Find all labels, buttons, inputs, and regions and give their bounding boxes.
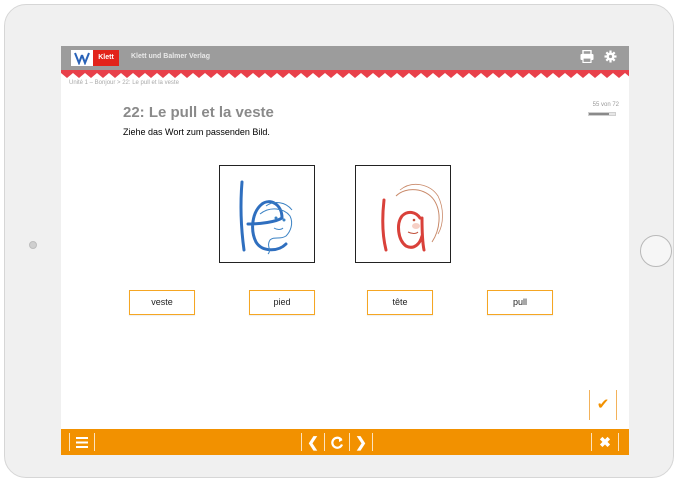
instruction-text: Ziehe das Wort zum passenden Bild. [123,127,270,137]
check-button[interactable]: ✔ [589,390,617,420]
breadcrumb[interactable]: Unité 1 – Bonjour > 22: Le pull et la ve… [69,80,179,86]
word-card-veste[interactable]: veste [129,290,195,315]
gear-icon[interactable] [602,50,618,66]
printer-icon[interactable] [579,49,595,66]
progress-bar [588,112,616,116]
tablet-frame: Klett Klett und Balmer Verlag Unité 1 – … [4,4,674,478]
menu-icon[interactable] [71,429,93,455]
home-button[interactable] [640,235,672,267]
page-title: 22: Le pull et la veste [123,104,274,121]
chevron-left-icon[interactable]: ❮ [303,429,323,455]
word-card-pull[interactable]: pull [487,290,553,315]
publisher-name: Klett und Balmer Verlag [131,53,210,60]
logo-text: Klett [93,50,119,66]
la-illustration [381,183,443,252]
bottom-bar: ❮ ❯ ✖ [61,429,629,455]
top-bar: Klett Klett und Balmer Verlag [61,46,629,70]
logo-mark-icon [71,50,93,66]
decorative-zigzag [61,70,629,78]
image-le[interactable] [219,165,315,263]
progress-counter: 55 von 72 [592,102,619,108]
chevron-right-icon[interactable]: ❯ [351,429,371,455]
reload-icon[interactable] [326,429,348,455]
le-illustration [239,180,293,255]
klett-logo: Klett [71,50,119,66]
image-la[interactable] [355,165,451,263]
camera-dot [29,241,37,249]
close-icon[interactable]: ✖ [593,429,617,455]
word-card-tete[interactable]: tête [367,290,433,315]
progress-fill [589,113,609,115]
word-card-pied[interactable]: pied [249,290,315,315]
check-icon: ✔ [596,396,610,413]
app-screen: Klett Klett und Balmer Verlag Unité 1 – … [61,46,629,455]
